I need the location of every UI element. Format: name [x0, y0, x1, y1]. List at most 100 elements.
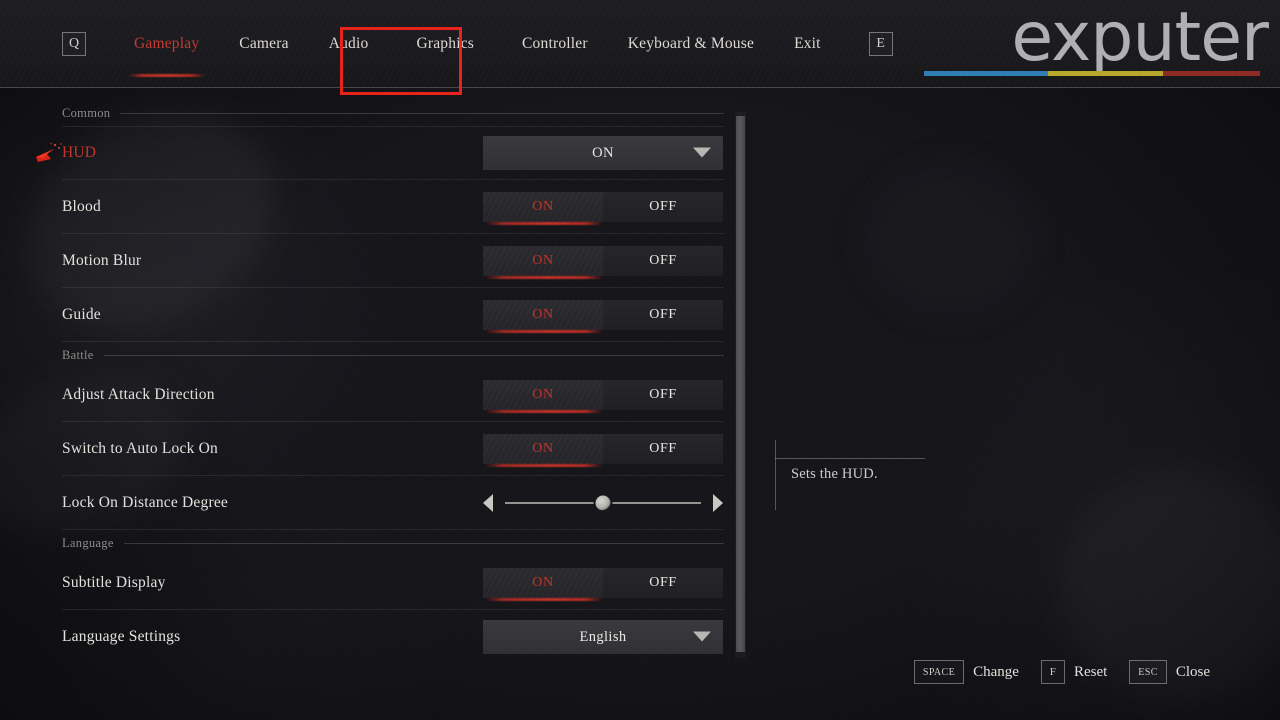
slider-increase-arrow-icon[interactable] [713, 493, 723, 512]
settings-panel: Common HUD ON Blood ON OFF Motion Blur O… [0, 100, 760, 666]
setting-control-blood: ON OFF [483, 191, 723, 225]
setting-label-blood: Blood [62, 197, 101, 215]
setting-control-language-settings: English [483, 620, 723, 654]
subtitle-display-toggle[interactable]: ON OFF [483, 567, 723, 601]
setting-row-lock-on-distance-degree[interactable]: Lock On Distance Degree 5 [62, 476, 724, 530]
tab-keyboard-mouse-label: Keyboard & Mouse [627, 35, 755, 52]
toggle-selected-underline [485, 464, 603, 467]
tab-audio[interactable]: Audio [309, 25, 389, 63]
blood-toggle-off[interactable]: OFF [603, 192, 723, 222]
subtitle-display-toggle-off-label: OFF [649, 574, 677, 590]
tooltip-bracket-vertical [775, 440, 776, 510]
tab-exit-label: Exit [794, 35, 821, 52]
motion-blur-toggle[interactable]: ON OFF [483, 245, 723, 279]
switch-to-auto-lock-on-toggle[interactable]: ON OFF [483, 433, 723, 467]
setting-row-subtitle-display[interactable]: Subtitle Display ON OFF [62, 556, 724, 610]
section-rule [123, 542, 724, 544]
next-tab-key-e[interactable]: E [868, 32, 893, 56]
tab-audio-label: Audio [328, 35, 369, 52]
hud-dropdown-value: ON [592, 144, 614, 161]
section-rule [120, 112, 724, 114]
toggle-selected-underline [485, 276, 603, 279]
setting-control-guide: ON OFF [483, 299, 723, 333]
setting-control-hud: ON [483, 136, 723, 170]
chevron-down-icon [693, 147, 711, 158]
blood-toggle-on[interactable]: ON [483, 191, 603, 222]
motion-blur-toggle-off[interactable]: OFF [603, 246, 723, 276]
section-header-common: Common [62, 100, 724, 126]
tooltip-text: Sets the HUD. [791, 466, 878, 482]
motion-blur-toggle-off-label: OFF [649, 252, 677, 268]
subtitle-display-toggle-on[interactable]: ON [483, 567, 603, 598]
lock-on-distance-slider[interactable]: 5 [483, 486, 723, 520]
section-label-language: Language [62, 535, 114, 550]
hint-reset[interactable]: F Reset [1040, 660, 1108, 684]
switch-to-auto-lock-on-toggle-off[interactable]: OFF [603, 434, 723, 464]
setting-label-subtitle-display: Subtitle Display [62, 573, 166, 591]
switch-to-auto-lock-on-toggle-on[interactable]: ON [483, 433, 603, 464]
game-settings-screen: Q Gameplay Camera Audio Graphics Control… [0, 0, 1280, 720]
key-esc[interactable]: ESC [1129, 660, 1167, 684]
setting-control-motion-blur: ON OFF [483, 245, 723, 279]
exputer-logo-text: exputer [1011, 0, 1269, 77]
hint-change-label: Change [973, 663, 1019, 680]
background-smudge [860, 160, 1040, 320]
tab-exit[interactable]: Exit [774, 25, 841, 63]
settings-scrollbar[interactable] [735, 112, 746, 658]
slider-track[interactable]: 5 [505, 493, 701, 513]
motion-blur-toggle-on[interactable]: ON [483, 245, 603, 276]
adjust-attack-direction-toggle[interactable]: ON OFF [483, 379, 723, 413]
blood-toggle[interactable]: ON OFF [483, 191, 723, 225]
language-settings-dropdown[interactable]: English [483, 620, 723, 654]
tab-camera[interactable]: Camera [219, 25, 308, 63]
adjust-attack-direction-toggle-on[interactable]: ON [483, 379, 603, 410]
guide-toggle-on[interactable]: ON [483, 299, 603, 330]
tab-controller[interactable]: Controller [502, 25, 608, 63]
setting-row-language-settings[interactable]: Language Settings English [62, 610, 724, 664]
setting-control-subtitle-display: ON OFF [483, 567, 723, 601]
chevron-down-icon [693, 631, 711, 642]
slider-knob[interactable] [593, 493, 613, 512]
adjust-attack-direction-toggle-on-label: ON [532, 386, 554, 402]
tab-gameplay-label: Gameplay [134, 35, 200, 52]
settings-scrollbar-thumb[interactable] [736, 116, 745, 652]
hint-change[interactable]: SPACE Change [913, 660, 1019, 684]
tab-graphics[interactable]: Graphics [388, 25, 502, 63]
key-f[interactable]: F [1040, 660, 1065, 684]
key-space[interactable]: SPACE [913, 660, 965, 684]
section-header-language: Language [62, 530, 724, 556]
setting-row-motion-blur[interactable]: Motion Blur ON OFF [62, 234, 724, 288]
tooltip-bracket-horizontal [775, 458, 925, 459]
tab-active-underline [128, 74, 206, 77]
hint-reset-label: Reset [1073, 663, 1108, 680]
guide-toggle[interactable]: ON OFF [483, 299, 723, 333]
setting-control-lock-on-distance-degree: 5 [483, 486, 723, 520]
tab-keyboard-mouse[interactable]: Keyboard & Mouse [608, 25, 774, 63]
blood-toggle-on-label: ON [532, 198, 554, 214]
toggle-selected-underline [485, 330, 603, 333]
setting-label-motion-blur: Motion Blur [62, 251, 142, 269]
setting-row-guide[interactable]: Guide ON OFF [62, 288, 724, 342]
section-rule [103, 354, 724, 356]
hud-dropdown[interactable]: ON [483, 136, 723, 170]
language-settings-dropdown-value: English [579, 628, 627, 645]
tab-gameplay[interactable]: Gameplay [114, 25, 219, 77]
tab-camera-label: Camera [239, 35, 289, 52]
hint-close[interactable]: ESC Close [1129, 660, 1210, 684]
setting-control-adjust-attack-direction: ON OFF [483, 379, 723, 413]
guide-toggle-off[interactable]: OFF [603, 300, 723, 330]
subtitle-display-toggle-off[interactable]: OFF [603, 568, 723, 598]
setting-row-blood[interactable]: Blood ON OFF [62, 180, 724, 234]
blood-toggle-off-label: OFF [649, 198, 677, 214]
setting-label-lock-on-distance-degree: Lock On Distance Degree [62, 493, 228, 511]
logo-bar-red [1162, 71, 1260, 76]
slider-decrease-arrow-icon[interactable] [483, 493, 493, 512]
setting-row-hud[interactable]: HUD ON [36, 126, 724, 180]
setting-label-switch-to-auto-lock-on: Switch to Auto Lock On [62, 439, 218, 457]
adjust-attack-direction-toggle-off[interactable]: OFF [603, 380, 723, 410]
prev-tab-key-q[interactable]: Q [62, 32, 86, 56]
red-cursor-icon [36, 142, 62, 162]
setting-row-adjust-attack-direction[interactable]: Adjust Attack Direction ON OFF [62, 368, 724, 422]
setting-row-switch-to-auto-lock-on[interactable]: Switch to Auto Lock On ON OFF [62, 422, 724, 476]
key-hints-bar: SPACE Change F Reset ESC Close [913, 660, 1210, 684]
